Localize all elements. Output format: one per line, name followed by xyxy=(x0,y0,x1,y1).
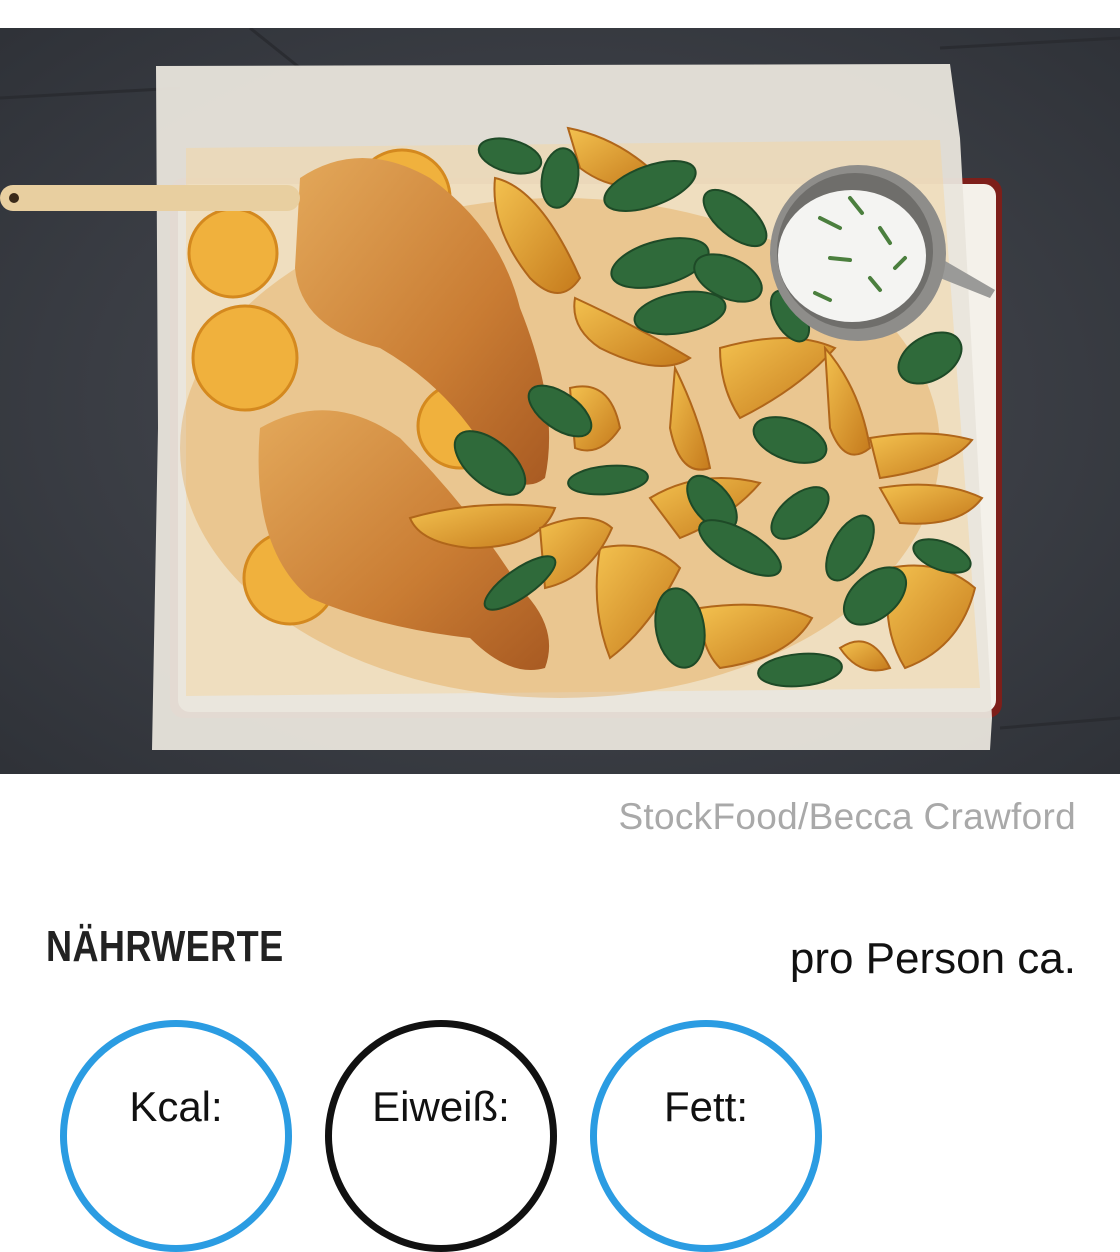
kcal-label: Kcal: xyxy=(129,1083,223,1130)
fat-label: Fett: xyxy=(663,1083,749,1130)
photo-credit: StockFood/Becca Crawford xyxy=(618,796,1076,837)
recipe-photo xyxy=(0,28,1120,774)
fat-circle: Fett: xyxy=(590,1020,822,1252)
protein-label: Eiweiß: xyxy=(372,1083,510,1130)
protein-circle: Eiweiß: xyxy=(325,1020,557,1252)
per-person-label: pro Person ca. xyxy=(789,934,1076,983)
kcal-circle: Kcal: xyxy=(60,1020,292,1252)
nutrition-heading: NÄHRWERTE xyxy=(46,922,284,971)
